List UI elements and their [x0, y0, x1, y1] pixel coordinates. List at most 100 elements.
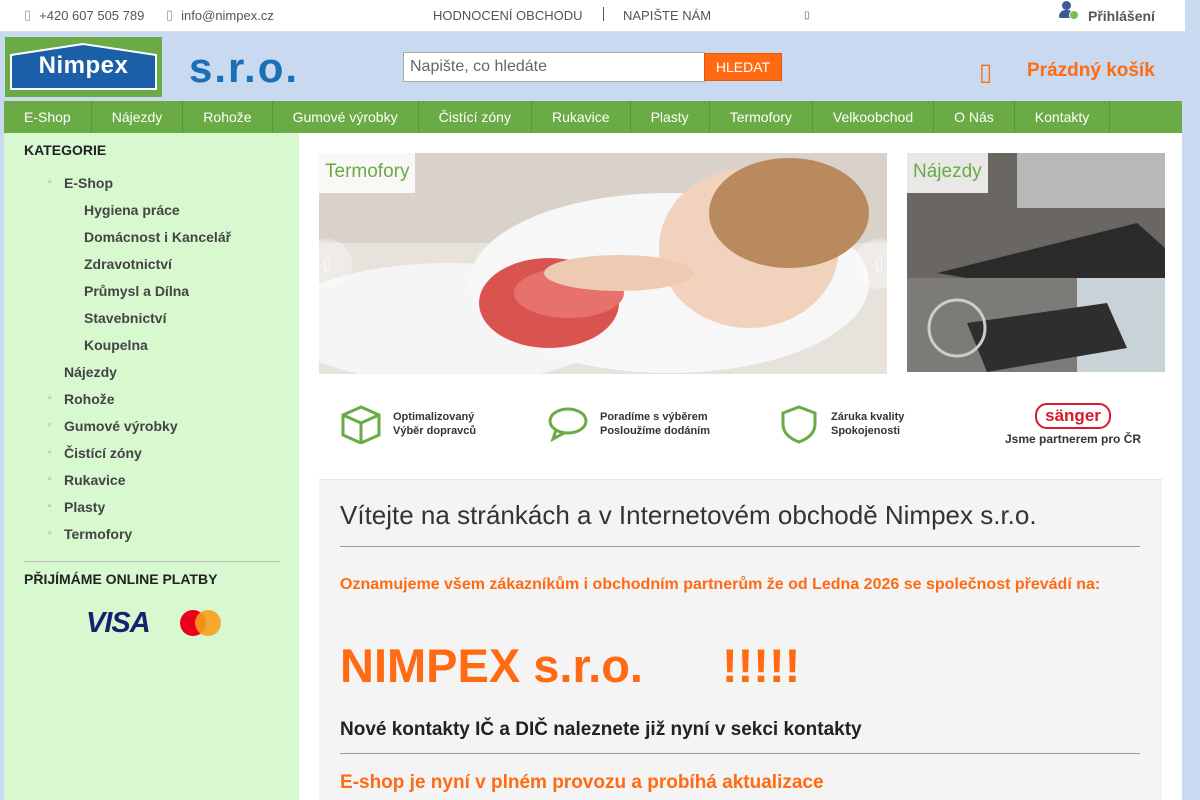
category-item[interactable]: Nájezdy — [4, 364, 299, 391]
categories-title: KATEGORIE — [24, 142, 107, 158]
category-item[interactable]: ▫ Plasty — [4, 499, 299, 526]
nav-item-čistící-zóny[interactable]: Čistící zóny — [419, 101, 532, 133]
new-company-name: NIMPEX s.r.o. — [340, 639, 643, 692]
welcome-title: Vítejte na stránkách a v Internetovém ob… — [340, 500, 1037, 530]
feature-shipping: Optimalizovaný Výběr dopravců — [337, 395, 476, 453]
topbar-divider — [603, 7, 604, 21]
category-label: Termofory — [64, 526, 133, 542]
category-label: Koupelna — [84, 337, 148, 353]
envelope-icon: ▯ — [166, 8, 174, 23]
banner-label-termofory: Termofory — [319, 153, 416, 193]
feature-quality: Záruka kvality Spokojenosti — [775, 395, 904, 453]
exclamation-marks: !!!!! — [722, 639, 801, 692]
category-item[interactable]: ▫ Rukavice — [4, 472, 299, 499]
cart-link[interactable]: Prázdný košík — [1027, 60, 1155, 82]
banner-termofory[interactable]: Termofory — [319, 153, 887, 374]
phone-number: +420 607 505 789 — [39, 8, 145, 23]
welcome-panel: Vítejte na stránkách a v Internetovém ob… — [319, 479, 1162, 800]
bullet-icon: ▫ — [48, 177, 52, 188]
nav-item-o-nás[interactable]: O Nás — [934, 101, 1015, 133]
top-bar: ▯ +420 607 505 789 ▯ info@nimpex.cz Hodn… — [0, 0, 1185, 32]
feature-advice: Poradíme s výběrem Posloužíme dodáním — [544, 395, 710, 453]
chat-bubble-icon — [548, 407, 588, 443]
category-label: Gumové výrobky — [64, 418, 178, 434]
category-label: Rohože — [64, 391, 115, 407]
email-address: info@nimpex.cz — [181, 8, 274, 23]
topbar-small-icon: ▯ — [804, 10, 810, 21]
nav-item-plasty[interactable]: Plasty — [631, 101, 710, 133]
cart-icon[interactable]: ▯ — [979, 58, 992, 86]
main-content: Termofory ▯ ▯ Nájezdy Optimalizovaný Výbě… — [299, 133, 1182, 800]
category-label: Zdravotnictví — [84, 256, 172, 272]
phone-icon: ▯ — [24, 8, 32, 23]
email-link[interactable]: ▯ info@nimpex.cz — [166, 8, 274, 23]
banner-label-najezdy: Nájezdy — [907, 153, 988, 193]
category-item[interactable]: ▫ Rohože — [4, 391, 299, 418]
category-item[interactable]: ▫ E-Shop — [4, 175, 299, 202]
nav-item-velkoobchod[interactable]: Velkoobchod — [813, 101, 935, 133]
mastercard-logo — [180, 609, 222, 637]
bullet-icon: ▫ — [48, 528, 52, 539]
phone-link[interactable]: ▯ +420 607 505 789 — [24, 8, 144, 23]
category-item[interactable]: ▫ Gumové výrobky — [4, 418, 299, 445]
logo-text: Nimpex — [38, 52, 129, 79]
bullet-icon: ▫ — [48, 420, 52, 431]
contact-us-link[interactable]: Napište nám — [623, 8, 711, 23]
rating-link[interactable]: Hodnocení obchodu — [433, 8, 583, 23]
feature-strip: Optimalizovaný Výběr dopravců Poradíme s … — [319, 395, 1162, 453]
nav-item-termofory[interactable]: Termofory — [710, 101, 813, 133]
contacts-note: Nové kontakty IČ a DIČ naleznete již nyn… — [340, 719, 862, 740]
category-list: ▫ E-Shop Hygiena práce Domácnost i Kancelář… — [4, 175, 299, 553]
announcement: Oznamujeme všem zákazníkům i obchodním p… — [340, 576, 1101, 593]
box-icon — [341, 405, 381, 444]
main-nav: E-Shop Nájezdy Rohože Gumové výrobky Čistící… — [4, 101, 1182, 133]
nav-item-gumové-výrobky[interactable]: Gumové výrobky — [273, 101, 419, 133]
nav-item-e-shop[interactable]: E-Shop — [4, 101, 92, 133]
logo[interactable]: Nimpex — [5, 37, 162, 97]
category-item[interactable]: ▫ Termofory — [4, 526, 299, 553]
category-item[interactable]: Průmysl a Dílna — [4, 283, 299, 310]
bullet-icon: ▫ — [48, 501, 52, 512]
login-link[interactable]: Přihlášení — [1058, 0, 1155, 32]
bullet-icon: ▫ — [48, 474, 52, 485]
nav-item-nájezdy[interactable]: Nájezdy — [92, 101, 184, 133]
sidebar: KATEGORIE ▫ E-Shop Hygiena práce Domácnost … — [4, 133, 299, 800]
bullet-icon: ▫ — [48, 393, 52, 404]
category-item[interactable]: Zdravotnictví — [4, 256, 299, 283]
category-label: Domácnost i Kancelář — [84, 229, 232, 245]
category-label: E-Shop — [64, 175, 113, 191]
nav-item-rohože[interactable]: Rohože — [183, 101, 273, 133]
category-item[interactable]: Koupelna — [4, 337, 299, 364]
shield-icon — [781, 405, 817, 444]
company-suffix: s.r.o. — [189, 44, 300, 91]
category-label: Rukavice — [64, 472, 126, 488]
search-input[interactable] — [403, 52, 705, 82]
user-icon — [1058, 0, 1080, 22]
contacts-divider — [340, 753, 1140, 754]
visa-logo: VISA — [86, 607, 151, 639]
category-label: Čistící zóny — [64, 445, 142, 461]
category-label: Hygiena práce — [84, 202, 180, 218]
nav-item-rukavice[interactable]: Rukavice — [532, 101, 631, 133]
category-label: Plasty — [64, 499, 106, 515]
slider-next-button[interactable]: ▯ — [854, 239, 904, 289]
login-label: Přihlášení — [1088, 8, 1155, 24]
search-button[interactable]: HLEDAT — [704, 53, 782, 81]
sidebar-divider — [24, 561, 280, 562]
category-item[interactable]: Domácnost i Kancelář — [4, 229, 299, 256]
bullet-icon: ▫ — [48, 447, 52, 458]
feature-partner: sänger Jsme partnerem pro ČR — [1005, 395, 1141, 453]
category-item[interactable]: ▫ Čistící zóny — [4, 445, 299, 472]
nav-item-kontakty[interactable]: Kontakty — [1015, 101, 1111, 133]
welcome-divider — [340, 546, 1140, 547]
category-label: Stavebnictví — [84, 310, 167, 326]
banner-najezdy[interactable]: Nájezdy — [907, 153, 1165, 372]
sanger-logo: sänger — [1035, 402, 1111, 429]
category-item[interactable]: Hygiena práce — [4, 202, 299, 229]
payments-title: PŘIJÍMÁME ONLINE PLATBY — [24, 571, 218, 587]
category-item[interactable]: Stavebnictví — [4, 310, 299, 337]
slider-prev-button[interactable]: ▯ — [302, 239, 352, 289]
eshop-note: E-shop je nyní v plném provozu a probíhá… — [340, 772, 824, 793]
category-label: Průmysl a Dílna — [84, 283, 190, 299]
category-label: Nájezdy — [64, 364, 117, 380]
